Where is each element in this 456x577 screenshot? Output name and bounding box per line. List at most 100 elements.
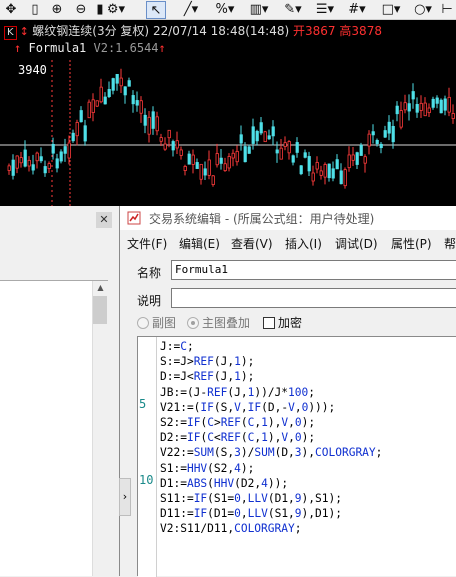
- main-overlay-radio[interactable]: [187, 317, 199, 329]
- code-line[interactable]: S2:=IF(C>REF(C,1),V,0);: [160, 415, 382, 430]
- candle-body: [143, 114, 147, 126]
- period-badge[interactable]: K: [4, 26, 17, 40]
- main-overlay-option[interactable]: 主图叠加: [187, 314, 250, 331]
- candle-body: [283, 142, 287, 147]
- candle-body: [31, 164, 35, 171]
- code-line[interactable]: J:=C;: [160, 339, 382, 354]
- candle-body: [315, 162, 319, 170]
- line-tool-icon[interactable]: ╱▾: [178, 1, 204, 19]
- high-value: 3878: [351, 24, 382, 38]
- menu-help[interactable]: 帮: [444, 235, 456, 252]
- zoom-out-icon[interactable]: ⊖: [72, 1, 90, 19]
- candle-body: [335, 159, 339, 170]
- candle-body: [151, 111, 155, 129]
- candle-body: [327, 163, 331, 179]
- line-number: 5: [139, 397, 147, 411]
- left-scrollbar[interactable]: ▲: [92, 281, 108, 576]
- percent-tool-icon[interactable]: %▾: [212, 1, 238, 19]
- subchart-radio[interactable]: [137, 317, 149, 329]
- code-line[interactable]: JB:=(J-REF(J,1))/J*100;: [160, 385, 382, 400]
- ruler-icon[interactable]: ▯: [28, 1, 42, 19]
- encrypt-label: 加密: [278, 316, 303, 330]
- candle-body: [311, 172, 315, 182]
- candle-body: [171, 141, 175, 151]
- menu-file[interactable]: 文件(F): [127, 235, 167, 252]
- candle-body: [243, 146, 247, 163]
- candle-body: [355, 152, 359, 165]
- app-icon: [127, 211, 141, 225]
- code-line[interactable]: V2:S11/D11,COLORGRAY;: [160, 521, 382, 536]
- candle-body: [307, 156, 311, 172]
- description-field[interactable]: [171, 288, 456, 308]
- pen-tool-icon[interactable]: ✎▾: [280, 1, 306, 19]
- candle-body: [415, 104, 419, 113]
- candle-body: [79, 110, 83, 123]
- list-tool-icon[interactable]: ☰▾: [312, 1, 338, 19]
- dialog-title: 交易系统编辑 - (所属公式组：用户待处理): [149, 212, 375, 226]
- candle-body: [411, 91, 415, 100]
- code-line[interactable]: D1:=ABS(HHV(D2,4));: [160, 476, 382, 491]
- formula-editor-dialog: 交易系统编辑 - (所属公式组：用户待处理) 文件(F) 编辑(E) 查看(V)…: [119, 206, 456, 577]
- candle-body: [75, 121, 79, 137]
- hash-tool-icon[interactable]: #▾: [344, 1, 370, 19]
- candle-body: [127, 80, 131, 87]
- more-tools-icon[interactable]: ⊢: [440, 1, 454, 19]
- encrypt-checkbox[interactable]: [263, 317, 275, 329]
- menu-debug[interactable]: 调试(D): [335, 235, 378, 252]
- code-line[interactable]: S:=J>REF(J,1);: [160, 354, 382, 369]
- candle-body: [131, 95, 135, 105]
- candle-body: [23, 149, 27, 167]
- candle-body: [211, 175, 215, 185]
- code-line[interactable]: V22:=SUM(S,3)/SUM(D,3),COLORGRAY;: [160, 445, 382, 460]
- line-number: 10: [139, 473, 154, 487]
- grid-tool-icon[interactable]: ▥▾: [246, 1, 272, 19]
- menu-view[interactable]: 查看(V): [231, 235, 273, 252]
- candle-body: [439, 99, 443, 114]
- candle-body: [215, 153, 219, 166]
- code-line[interactable]: S11:=IF(S1=0,LLV(D1,9),S1);: [160, 491, 382, 506]
- code-line[interactable]: D:=J<REF(J,1);: [160, 369, 382, 384]
- arrow-down-icon: ↕: [19, 25, 33, 38]
- rect-tool-icon[interactable]: □▾: [378, 1, 404, 19]
- expand-panel-button[interactable]: ›: [119, 478, 131, 516]
- candle-body: [295, 142, 299, 153]
- name-field[interactable]: Formula1: [171, 260, 456, 280]
- menu-properties[interactable]: 属性(P): [391, 235, 432, 252]
- code-line[interactable]: D11:=IF(D1=0,LLV(S1,9),D1);: [160, 506, 382, 521]
- candle-body: [359, 144, 363, 156]
- close-icon[interactable]: ✕: [96, 212, 112, 228]
- chart-toolbar: ✥ ▯ ⊕ ⊖ ▮ ⚙▾ ↖ ╱▾ %▾ ▥▾ ✎▾ ☰▾ #▾ □▾ ○▾ ⊢: [0, 0, 456, 20]
- code-editor[interactable]: 5 10 J:=C; S:=J>REF(J,1); D:=J<REF(J,1); JB…: [137, 336, 456, 577]
- candle-body: [11, 159, 15, 176]
- zoom-in-icon[interactable]: ⊕: [48, 1, 66, 19]
- open-value: 3867: [305, 24, 336, 38]
- menu-bar: 文件(F) 编辑(E) 查看(V) 插入(I) 调试(D) 属性(P) 帮: [120, 232, 456, 254]
- code-line[interactable]: S1:=HHV(S2,4);: [160, 461, 382, 476]
- code-line[interactable]: D2:=IF(C<REF(C,1),V,0);: [160, 430, 382, 445]
- subchart-option[interactable]: 副图: [137, 314, 176, 331]
- scroll-up-icon[interactable]: ▲: [93, 281, 108, 295]
- code-line[interactable]: V21:=(IF(S,V,IF(D,-V,0)));: [160, 400, 382, 415]
- candle-body: [91, 99, 95, 113]
- encrypt-option[interactable]: 加密: [263, 314, 302, 331]
- menu-edit[interactable]: 编辑(E): [179, 235, 220, 252]
- menu-insert[interactable]: 插入(I): [285, 235, 322, 252]
- candle-body: [167, 129, 171, 139]
- candlestick-chart[interactable]: K ↕ 螺纹钢连续(3分 复权) 22/07/14 18:48(14:48) 开3…: [0, 20, 456, 206]
- candle-body: [251, 126, 255, 144]
- candle-body: [379, 143, 383, 149]
- candle-body: [159, 137, 163, 142]
- circle-tool-icon[interactable]: ○▾: [410, 1, 436, 19]
- settings-icon[interactable]: ⚙▾: [101, 1, 131, 19]
- high-label: 高: [339, 24, 352, 38]
- candle-body: [239, 134, 243, 144]
- dialog-titlebar[interactable]: 交易系统编辑 - (所属公式组：用户待处理): [120, 206, 456, 230]
- scroll-thumb[interactable]: [93, 296, 107, 324]
- candle-body: [207, 159, 211, 176]
- cursor-icon[interactable]: ↖: [146, 1, 166, 19]
- candle-body: [27, 159, 31, 167]
- move-icon[interactable]: ✥: [3, 1, 19, 19]
- formula-code[interactable]: J:=C; S:=J>REF(J,1); D:=J<REF(J,1); JB:=(J-…: [160, 339, 382, 537]
- candle-body: [403, 102, 407, 111]
- candle-body: [323, 163, 327, 178]
